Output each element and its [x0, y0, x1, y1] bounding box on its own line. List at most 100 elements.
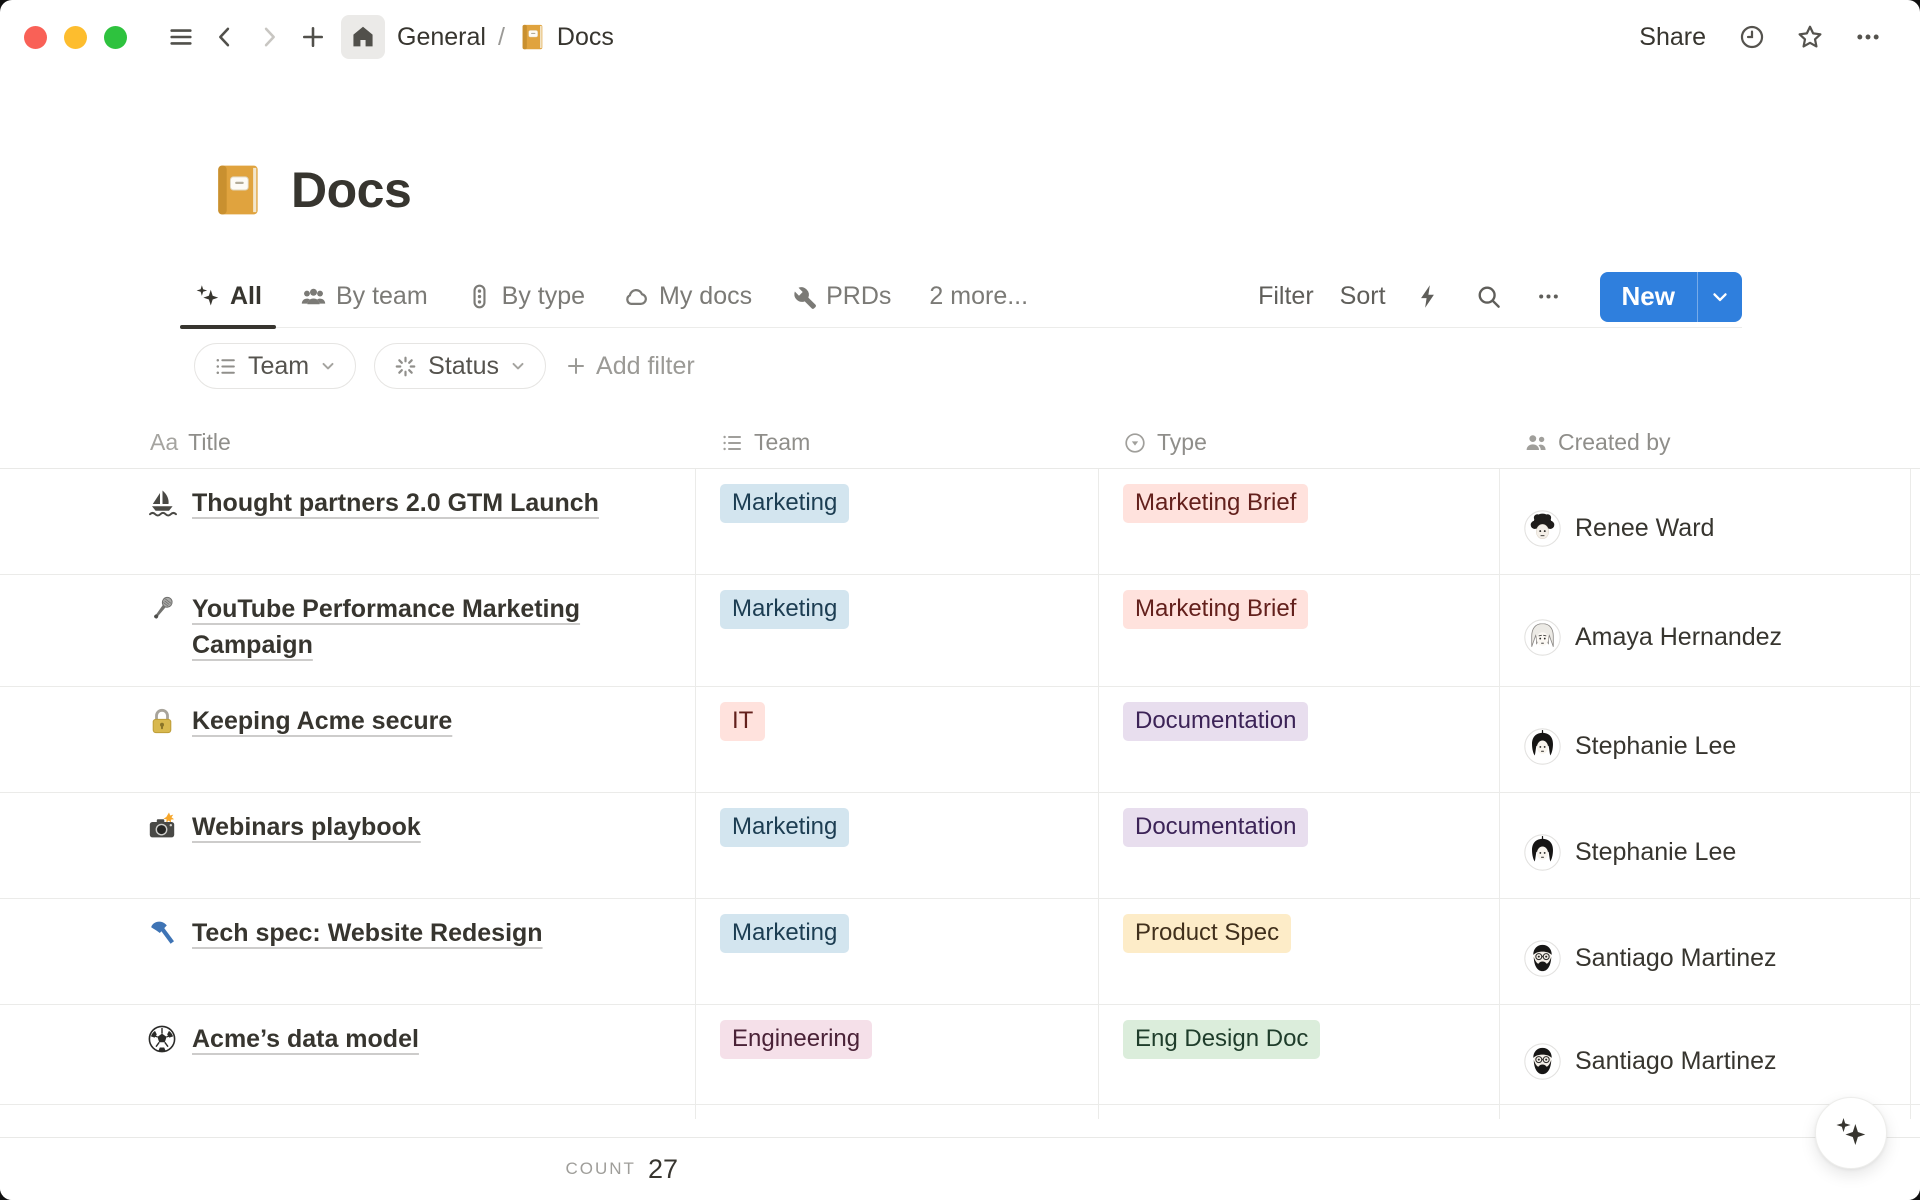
doc-title-link[interactable]: Thought partners 2.0 GTM Launch: [192, 485, 599, 521]
search-icon[interactable]: [1472, 280, 1506, 314]
type-cell[interactable]: Marketing Brief: [1099, 469, 1500, 574]
doc-title-cell[interactable]: Acme’s data model: [0, 1005, 696, 1104]
tab-more-views[interactable]: 2 more...: [915, 266, 1042, 327]
team-tag[interactable]: Marketing: [720, 590, 850, 629]
doc-title-cell[interactable]: Keeping Acme secure: [0, 687, 696, 792]
team-cell[interactable]: Marketing: [696, 469, 1099, 574]
ledger-book-icon[interactable]: [207, 160, 267, 220]
type-cell[interactable]: Marketing Brief: [1099, 575, 1500, 686]
created-by-cell[interactable]: Stephanie Lee: [1500, 687, 1911, 792]
type-tag[interactable]: Product Spec: [1123, 914, 1292, 953]
tab-all[interactable]: All: [180, 266, 276, 329]
created-by-cell[interactable]: Renee Ward: [1500, 469, 1911, 574]
status-filter-chip[interactable]: Status: [374, 343, 547, 389]
type-cell[interactable]: Eng Design Doc: [1099, 1005, 1500, 1104]
share-button[interactable]: Share: [1629, 17, 1716, 58]
table-row[interactable]: Acme’s data model Engineering Eng Design…: [0, 1005, 1920, 1105]
avatar: [1524, 618, 1561, 656]
forward-icon[interactable]: [247, 15, 291, 59]
sparkles-icon: [194, 283, 221, 310]
more-options-icon[interactable]: [1846, 15, 1890, 59]
minimize-window-button[interactable]: [64, 25, 87, 49]
type-tag[interactable]: Marketing Brief: [1123, 590, 1309, 629]
sailboat-icon: [146, 487, 178, 519]
column-header-team[interactable]: Team: [696, 429, 1099, 456]
view-toolbar: Filter Sort New: [1258, 271, 1742, 322]
type-tag[interactable]: Documentation: [1123, 808, 1309, 847]
created-by-cell[interactable]: Stephanie Lee: [1500, 793, 1911, 898]
new-button[interactable]: New: [1599, 271, 1742, 322]
team-tag[interactable]: Marketing: [720, 808, 850, 847]
column-header-created-by[interactable]: Created by: [1500, 429, 1911, 456]
team-tag[interactable]: Marketing: [720, 914, 850, 953]
table-row[interactable]: YouTube Performance Marketing Campaign M…: [0, 575, 1920, 687]
close-window-button[interactable]: [24, 25, 47, 49]
doc-title-cell[interactable]: Webinars playbook: [0, 793, 696, 898]
updates-clock-icon[interactable]: [1730, 15, 1774, 59]
cloud-icon: [623, 283, 650, 310]
type-tag[interactable]: Documentation: [1123, 702, 1309, 741]
breadcrumb-page[interactable]: Docs: [557, 23, 614, 52]
filter-button[interactable]: Filter: [1258, 282, 1314, 311]
chevron-down-icon[interactable]: [1698, 272, 1742, 322]
back-icon[interactable]: [203, 15, 247, 59]
view-options-icon[interactable]: [1532, 280, 1566, 314]
doc-title-link[interactable]: YouTube Performance Marketing Campaign: [192, 591, 662, 663]
team-tag[interactable]: Marketing: [720, 484, 850, 523]
page-title[interactable]: Docs: [291, 161, 412, 219]
type-cell[interactable]: Product Spec: [1099, 899, 1500, 1004]
type-tag[interactable]: Marketing Brief: [1123, 484, 1309, 523]
ai-sparkles-button[interactable]: [1815, 1097, 1887, 1169]
doc-title-link[interactable]: Webinars playbook: [192, 809, 421, 845]
team-cell[interactable]: Engineering: [696, 1005, 1099, 1104]
tab-by-team[interactable]: By team: [286, 266, 442, 327]
team-cell[interactable]: IT: [696, 687, 1099, 792]
doc-title-cell[interactable]: Thought partners 2.0 GTM Launch: [0, 469, 696, 574]
new-page-icon[interactable]: [291, 15, 335, 59]
filter-chip-label: Team: [248, 351, 310, 380]
table-row[interactable]: Keeping Acme secure IT Documentation Ste…: [0, 687, 1920, 793]
doc-title-link[interactable]: Acme’s data model: [192, 1021, 419, 1057]
table-row[interactable]: Tech spec: Website Redesign Marketing Pr…: [0, 899, 1920, 1005]
new-button-label[interactable]: New: [1600, 272, 1697, 322]
team-cell[interactable]: Marketing: [696, 793, 1099, 898]
team-cell[interactable]: Marketing: [696, 899, 1099, 1004]
sidebar-menu-icon[interactable]: [159, 15, 203, 59]
breadcrumb-root[interactable]: General: [397, 23, 486, 52]
count-calculation[interactable]: COUNT 27: [0, 1138, 696, 1200]
favorite-star-icon[interactable]: [1788, 15, 1832, 59]
sort-button[interactable]: Sort: [1340, 282, 1386, 311]
team-cell[interactable]: Marketing: [696, 575, 1099, 686]
team-filter-chip[interactable]: Team: [194, 343, 357, 389]
type-cell[interactable]: Documentation: [1099, 687, 1500, 792]
created-by-cell[interactable]: Santiago Martinez: [1500, 1005, 1911, 1104]
table-row[interactable]: Thought partners 2.0 GTM Launch Marketin…: [0, 469, 1920, 575]
table-row[interactable]: Webinars playbook Marketing Documentatio…: [0, 793, 1920, 899]
tab-prds[interactable]: PRDs: [776, 266, 905, 327]
team-tag[interactable]: IT: [720, 702, 766, 741]
notion-window: General / Docs Share Docs All By team By…: [0, 0, 1920, 1200]
tab-my-docs[interactable]: My docs: [609, 266, 766, 327]
doc-title-link[interactable]: Tech spec: Website Redesign: [192, 915, 543, 951]
zoom-window-button[interactable]: [104, 25, 127, 49]
column-header-title[interactable]: Aa Title: [0, 429, 696, 456]
traffic-lights: [24, 25, 127, 49]
lightning-icon[interactable]: [1412, 280, 1446, 314]
add-filter-button[interactable]: Add filter: [564, 352, 695, 381]
created-by-cell[interactable]: Santiago Martinez: [1500, 899, 1911, 1004]
wrench-icon: [790, 283, 817, 310]
column-label: Title: [188, 429, 231, 455]
created-by-cell[interactable]: Amaya Hernandez: [1500, 575, 1911, 686]
tab-by-type[interactable]: By type: [452, 266, 599, 327]
camera-flash-icon: [146, 811, 178, 843]
column-header-type[interactable]: Type: [1099, 429, 1500, 456]
breadcrumb-separator: /: [497, 22, 505, 51]
type-tag[interactable]: Eng Design Doc: [1123, 1020, 1321, 1059]
team-tag[interactable]: Engineering: [720, 1020, 873, 1059]
doc-title-cell[interactable]: Tech spec: Website Redesign: [0, 899, 696, 1004]
type-cell[interactable]: Documentation: [1099, 793, 1500, 898]
home-icon[interactable]: [341, 15, 385, 59]
doc-title-cell[interactable]: YouTube Performance Marketing Campaign: [0, 575, 696, 686]
topbar-actions: Share: [1629, 15, 1890, 59]
doc-title-link[interactable]: Keeping Acme secure: [192, 703, 452, 739]
